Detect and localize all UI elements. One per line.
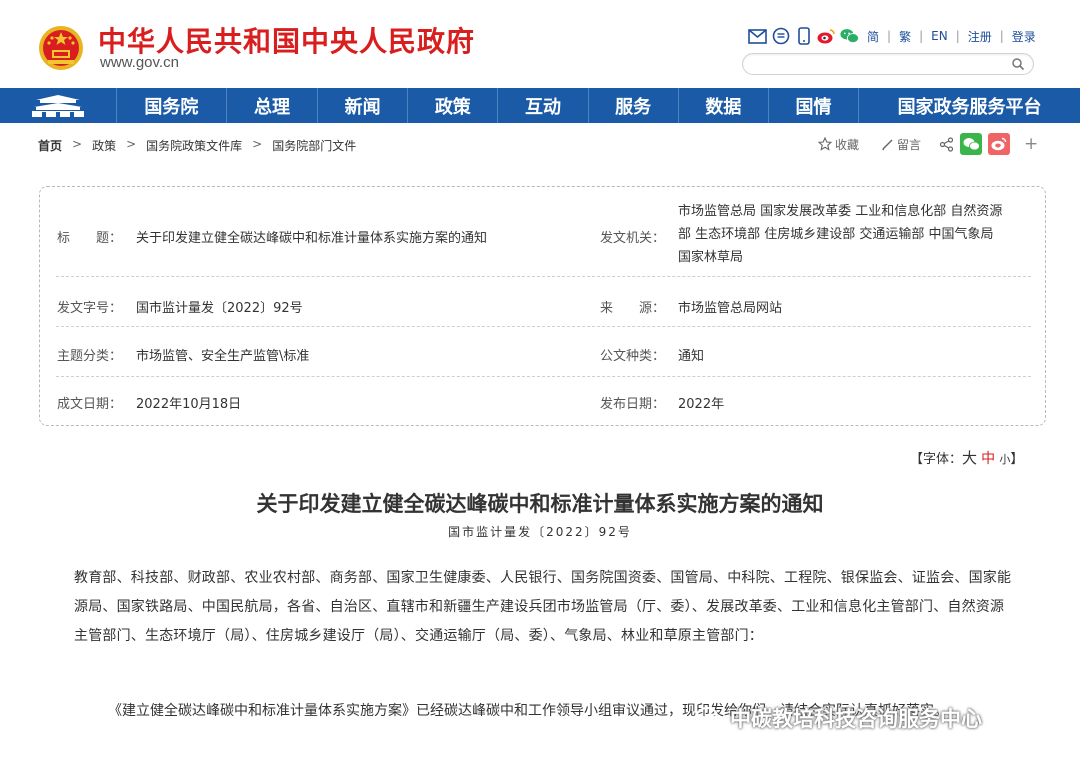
doc-number-value: 国市监计量发〔2022〕92号 <box>136 301 303 316</box>
share-icon <box>939 136 954 152</box>
font-size-bracket: 】 <box>1010 452 1024 467</box>
search-input[interactable] <box>742 53 1034 75</box>
separator: | <box>887 29 892 43</box>
wechat-icon <box>963 138 980 151</box>
main-nav: 国务院 总理 新闻 政策 互动 服务 数据 国情 国家政务服务平台 <box>0 88 1080 123</box>
source-value: 市场监管总局网站 <box>678 301 783 316</box>
source-label: 来 源： <box>600 301 666 316</box>
register-link[interactable]: 注册 <box>964 28 996 45</box>
font-size-small[interactable]: 小 <box>999 453 1010 466</box>
info-row: 成文日期： 2022年10月18日 发布日期： 2022年 <box>40 377 1047 427</box>
nav-item-national-conditions[interactable]: 国情 <box>769 88 860 123</box>
favorite-label: 收藏 <box>835 137 860 152</box>
nav-item-premier[interactable]: 总理 <box>227 88 319 123</box>
login-link[interactable]: 登录 <box>1008 28 1040 45</box>
top-links: 简 | 繁 | EN | 注册 | 登录 <box>748 26 1040 46</box>
wechat-icon[interactable] <box>840 27 859 46</box>
written-date-value: 2022年10月18日 <box>136 397 242 412</box>
issuer-line: 部 生态环境部 住房城乡建设部 交通运输部 中国气象局 <box>678 227 994 242</box>
watermark-text: 中碳教培科技咨询服务中心 <box>730 707 982 731</box>
article-recipients: 教育部、科技部、财政部、农业农村部、商务部、国家卫生健康委、人民银行、国务院国资… <box>74 570 1012 644</box>
issuer-value: 市场监管总局 国家发展改革委 工业和信息化部 自然资源 部 生态环境部 住房城乡… <box>678 200 1038 269</box>
lang-english-link[interactable]: EN <box>927 29 952 43</box>
info-row: 主题分类： 市场监管、安全生产监管\标准 公文种类： 通知 <box>40 327 1047 377</box>
site-url[interactable]: www.gov.cn <box>100 54 179 71</box>
font-size-large[interactable]: 大 <box>962 449 977 467</box>
weibo-icon <box>991 137 1007 151</box>
document-info-box: 标 题： 关于印发建立健全碳达峰碳中和标准计量体系实施方案的通知 发文机关： 市… <box>39 186 1046 426</box>
separator: | <box>999 29 1004 43</box>
mobile-icon[interactable] <box>794 27 813 46</box>
nav-item-policy[interactable]: 政策 <box>408 88 499 123</box>
share-button[interactable] <box>939 136 954 152</box>
article-doc-number: 国市监计量发〔2022〕92号 <box>448 525 632 539</box>
comment-button[interactable]: 留言 <box>881 136 921 153</box>
wechat-icon <box>696 707 724 729</box>
page-tools: 收藏 留言 + <box>818 133 1038 155</box>
more-share-button[interactable]: + <box>1024 134 1038 154</box>
share-weibo-button[interactable] <box>988 133 1011 155</box>
nav-item-data[interactable]: 数据 <box>679 88 769 123</box>
issuer-line: 国家林草局 <box>678 250 744 265</box>
site-header: 中华人民共和国中央人民政府 www.gov.cn 简 | 繁 | EN | 注册… <box>0 0 1080 88</box>
comment-label: 留言 <box>897 137 922 152</box>
publish-date-label: 发布日期： <box>600 397 666 412</box>
message-icon[interactable] <box>771 27 790 46</box>
title-label: 标 题： <box>57 231 123 246</box>
nav-item-gov-service-platform[interactable]: 国家政务服务平台 <box>859 88 1080 123</box>
article-title: 关于印发建立健全碳达峰碳中和标准计量体系实施方案的通知 <box>256 491 824 516</box>
breadcrumb-policy[interactable]: 政策 <box>92 137 116 154</box>
watermark: 中碳教培科技咨询服务中心 <box>696 703 982 733</box>
breadcrumb-home[interactable]: 首页 <box>38 137 62 154</box>
publish-date-value: 2022年 <box>678 397 725 412</box>
nav-item-state-council[interactable]: 国务院 <box>117 88 227 123</box>
share-wechat-button[interactable] <box>960 133 983 155</box>
breadcrumb-department-docs[interactable]: 国务院部门文件 <box>272 137 356 154</box>
nav-item-services[interactable]: 服务 <box>589 88 679 123</box>
weibo-icon[interactable] <box>817 27 836 46</box>
info-row: 标 题： 关于印发建立健全碳达峰碳中和标准计量体系实施方案的通知 发文机关： 市… <box>40 187 1047 277</box>
topic-value: 市场监管、安全生产监管\标准 <box>136 349 310 364</box>
lang-traditional-link[interactable]: 繁 <box>895 28 915 45</box>
national-emblem-icon[interactable] <box>38 24 84 72</box>
title-value: 关于印发建立健全碳达峰碳中和标准计量体系实施方案的通知 <box>136 231 488 246</box>
favorite-button[interactable]: 收藏 <box>818 136 859 153</box>
separator: | <box>955 29 960 43</box>
nav-home[interactable] <box>0 88 117 123</box>
breadcrumb-arrow-icon: > <box>252 137 263 151</box>
breadcrumb: 首页 > 政策 > 国务院政策文件库 > 国务院部门文件 <box>38 137 356 154</box>
nav-item-interaction[interactable]: 互动 <box>498 88 589 123</box>
star-icon <box>818 137 832 151</box>
doc-type-value: 通知 <box>678 349 705 364</box>
mail-icon[interactable] <box>748 27 767 46</box>
tiananmen-icon[interactable] <box>30 93 86 119</box>
nav-item-news[interactable]: 新闻 <box>318 88 409 123</box>
lang-simplified-link[interactable]: 简 <box>863 28 883 45</box>
pen-icon <box>882 138 893 150</box>
doc-number-label: 发文字号： <box>57 301 123 316</box>
issuer-label: 发文机关： <box>600 231 666 246</box>
breadcrumb-row: 首页 > 政策 > 国务院政策文件库 > 国务院部门文件 收藏 留言 + <box>0 123 1080 167</box>
font-size-medium[interactable]: 中 <box>981 451 995 467</box>
doc-type-label: 公文种类： <box>600 349 666 364</box>
breadcrumb-policy-library[interactable]: 国务院政策文件库 <box>146 137 242 154</box>
separator: | <box>919 29 924 43</box>
issuer-line: 市场监管总局 国家发展改革委 工业和信息化部 自然资源 <box>678 204 1003 219</box>
breadcrumb-arrow-icon: > <box>72 137 83 151</box>
breadcrumb-arrow-icon: > <box>126 137 137 151</box>
info-row: 发文字号： 国市监计量发〔2022〕92号 来 源： 市场监管总局网站 <box>40 277 1047 327</box>
search-icon[interactable] <box>1011 57 1025 71</box>
topic-label: 主题分类： <box>57 349 123 364</box>
font-size-selector: 【字体：大 中 小】 <box>910 447 1023 468</box>
written-date-label: 成文日期： <box>57 397 123 412</box>
font-size-label: 【字体： <box>910 452 963 467</box>
